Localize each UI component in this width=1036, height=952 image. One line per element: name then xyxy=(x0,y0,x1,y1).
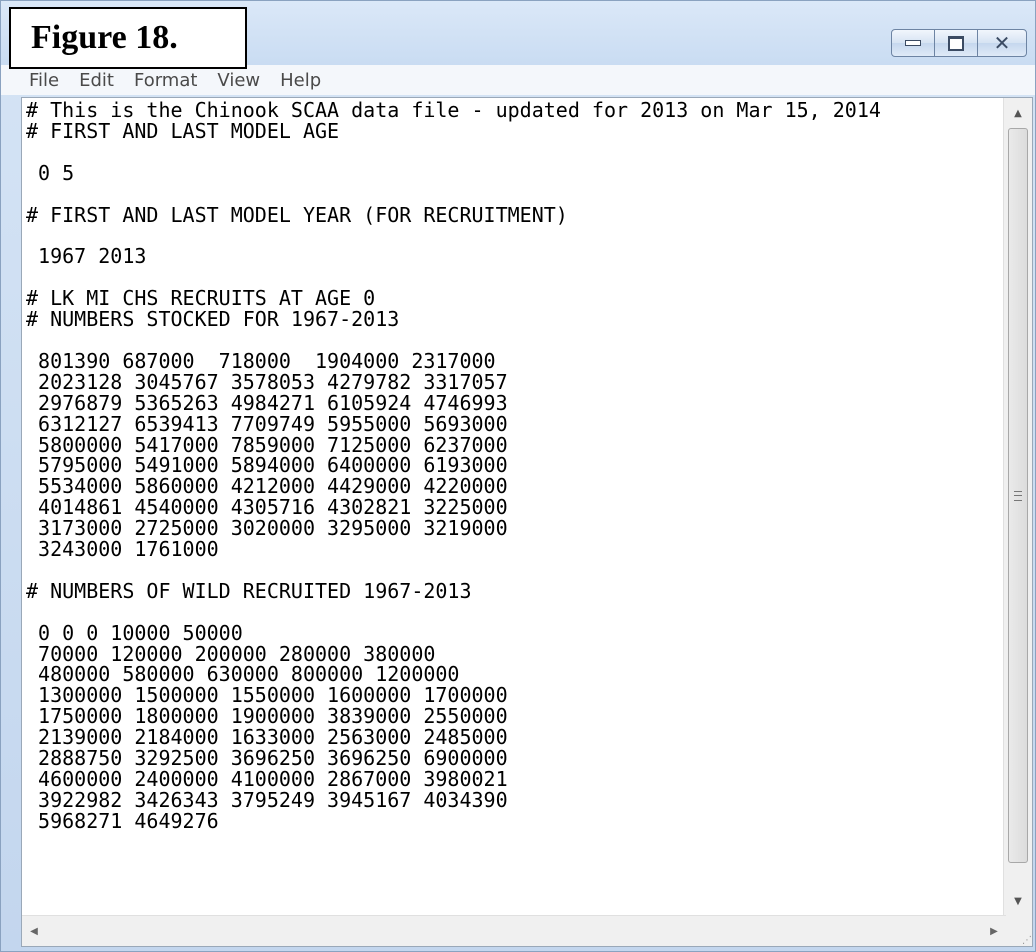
resize-grip-icon[interactable]: ⋰ xyxy=(1004,916,1032,946)
close-icon: ✕ xyxy=(993,31,1011,55)
text-line: # NUMBERS OF WILD RECRUITED 1967-2013 xyxy=(26,578,472,603)
grip-icon xyxy=(1014,490,1022,501)
minimize-icon xyxy=(905,40,921,46)
text-line: 3243000 1761000 xyxy=(26,537,219,562)
text-line: 1967 2013 xyxy=(26,244,147,269)
window-controls: ✕ xyxy=(891,29,1027,57)
notepad-window: ✕ File Edit Format View Help # This is t… xyxy=(0,0,1036,952)
vertical-scroll-thumb[interactable] xyxy=(1008,128,1028,863)
horizontal-scrollbar[interactable]: ◀ ▶ xyxy=(22,915,1006,946)
minimize-button[interactable] xyxy=(891,29,935,57)
scroll-down-icon[interactable]: ▼ xyxy=(1004,888,1032,914)
scroll-up-icon[interactable]: ▲ xyxy=(1004,100,1032,126)
maximize-icon xyxy=(948,35,964,51)
maximize-button[interactable] xyxy=(934,29,978,57)
menu-edit[interactable]: Edit xyxy=(79,70,114,91)
text-line: 0 5 xyxy=(26,160,75,185)
menu-format[interactable]: Format xyxy=(134,70,197,91)
close-button[interactable]: ✕ xyxy=(977,29,1027,57)
menu-bar: File Edit Format View Help xyxy=(1,65,1035,95)
text-line: # NUMBERS STOCKED FOR 1967-2013 xyxy=(26,307,400,332)
text-line: # FIRST AND LAST MODEL AGE xyxy=(26,118,340,143)
scroll-left-icon[interactable]: ◀ xyxy=(22,916,46,946)
scroll-right-icon[interactable]: ▶ xyxy=(982,916,1006,946)
menu-help[interactable]: Help xyxy=(280,70,321,91)
text-line: 5968271 4649276 xyxy=(26,808,219,833)
menu-file[interactable]: File xyxy=(29,70,59,91)
text-line: # FIRST AND LAST MODEL YEAR (FOR RECRUIT… xyxy=(26,202,568,227)
editor-content[interactable]: # This is the Chinook SCAA data file - u… xyxy=(26,100,881,832)
menu-view[interactable]: View xyxy=(217,70,260,91)
figure-label: Figure 18. xyxy=(9,7,247,69)
text-editor[interactable]: # This is the Chinook SCAA data file - u… xyxy=(21,97,1033,947)
vertical-scrollbar[interactable]: ▲ ▼ xyxy=(1003,98,1032,916)
